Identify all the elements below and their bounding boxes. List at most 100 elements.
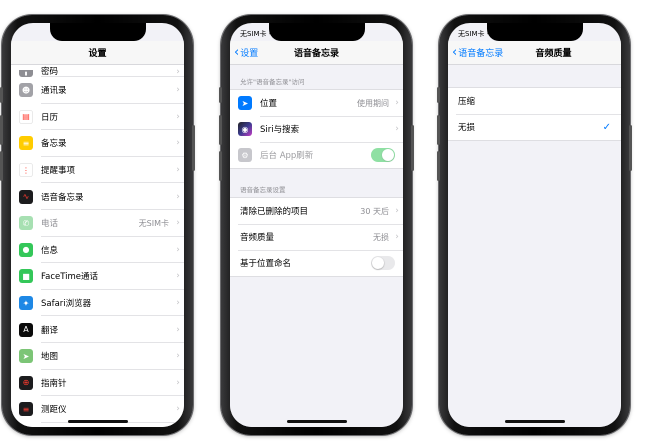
access-group: ➤ 位置 使用期间 › ◉ Siri与搜索 › ⚙ 后台 App刷新 xyxy=(230,89,403,169)
settings-row-label: 备忘录 xyxy=(41,139,67,150)
option-label: 压缩 xyxy=(458,97,476,107)
location-label: 位置 xyxy=(260,99,278,109)
settings-row[interactable]: ⊕ 指南针 › xyxy=(11,370,184,397)
option-lossless[interactable]: 无损 ✓ xyxy=(448,114,621,140)
carrier-label: 无SIM卡 xyxy=(240,30,267,38)
chevron-right-icon: › xyxy=(176,271,180,282)
volume-down-button xyxy=(437,151,440,181)
siri-search-row[interactable]: ◉ Siri与搜索 › xyxy=(230,116,403,142)
settings-row[interactable]: ∿ 语音备忘录 › xyxy=(11,183,184,210)
home-indicator[interactable] xyxy=(286,420,347,423)
page-title: 设置 xyxy=(88,49,107,59)
chevron-right-icon: › xyxy=(176,67,180,77)
phone-icon: ✆ xyxy=(19,216,33,231)
voice-memos-settings: 允许"语音备忘录"访问 ➤ 位置 使用期间 › ◉ Siri与搜索 › ⚙ 后台… xyxy=(230,65,403,427)
notes-icon: ≡ xyxy=(19,136,33,151)
maps-icon: ➤ xyxy=(19,349,33,364)
settings-row-label: 测距仪 xyxy=(41,405,67,416)
settings-row-label: 日历 xyxy=(41,112,59,123)
background-refresh-row: ⚙ 后台 App刷新 xyxy=(230,142,403,168)
settings-row-label: Safari浏览器 xyxy=(41,299,92,310)
chevron-right-icon: › xyxy=(176,324,180,335)
option-label: 无损 xyxy=(458,123,476,133)
side-button xyxy=(192,125,195,171)
location-row[interactable]: ➤ 位置 使用期间 › xyxy=(230,90,403,116)
chevron-right-icon: › xyxy=(176,218,180,229)
volume-up-button xyxy=(219,115,222,145)
location-arrow-icon: ➤ xyxy=(238,96,252,110)
chevron-right-icon: › xyxy=(176,191,180,202)
settings-row[interactable]: A 翻译 › xyxy=(11,316,184,343)
messages-icon: ● xyxy=(19,242,33,257)
screen: 无SIM卡 ◠ ‹ 设置 语音备忘录 允许"语音备忘录"访问 ➤ 位置 使用期间… xyxy=(230,23,403,427)
location-value: 使用期间 xyxy=(357,98,389,108)
navigation-bar: ‹ 设置 语音备忘录 xyxy=(230,41,403,65)
settings-row[interactable]: ✆ 电话 无SIM卡 › xyxy=(11,210,184,237)
settings-row-label: FaceTime通话 xyxy=(41,272,99,283)
background-refresh-toggle[interactable] xyxy=(371,148,395,162)
settings-row-label: 信息 xyxy=(41,245,59,256)
back-button[interactable]: ‹ 设置 xyxy=(234,46,259,60)
settings-row-label: 密码 xyxy=(41,67,59,77)
chevron-right-icon: › xyxy=(176,111,180,122)
settings-row[interactable]: ■ FaceTime通话 › xyxy=(11,263,184,290)
phone-voice-memos: 无SIM卡 ◠ ‹ 设置 语音备忘录 允许"语音备忘录"访问 ➤ 位置 使用期间… xyxy=(219,15,414,435)
chevron-right-icon: › xyxy=(176,351,180,362)
settings-row[interactable]: ● 信息 › xyxy=(11,237,184,264)
settings-row[interactable]: ≡ 备忘录 › xyxy=(11,130,184,157)
side-button xyxy=(411,125,414,171)
clear-deleted-row[interactable]: 清除已删除的项目 30 天后 › xyxy=(230,198,403,224)
settings-row-label: 指南针 xyxy=(41,378,67,389)
notch xyxy=(49,23,146,41)
settings-row-label: 语音备忘录 xyxy=(41,192,84,203)
settings-row-label: 通讯录 xyxy=(41,86,67,97)
settings-row[interactable]: ✦ Safari浏览器 › xyxy=(11,290,184,317)
chevron-right-icon: › xyxy=(395,232,399,242)
audio-quality-value: 无损 xyxy=(373,232,389,242)
phone-settings: 设置 ▮ 密码 › ☻ 通讯录 › ▤ 日历 › ≡ 备忘录 › ⋮ 提醒事项 › ∿ 语音备忘录 › ✆ 电话 无SI… xyxy=(0,15,195,435)
notch xyxy=(486,23,583,41)
clear-deleted-label: 清除已删除的项目 xyxy=(240,207,309,217)
settings-row[interactable]: ≡ 测距仪 › xyxy=(11,396,184,423)
toggle-knob xyxy=(372,257,384,269)
volume-down-button xyxy=(0,151,3,181)
home-indicator[interactable] xyxy=(67,420,128,423)
toggle-knob xyxy=(382,149,394,161)
settings-row[interactable]: ➤ 地图 › xyxy=(11,343,184,370)
chevron-right-icon: › xyxy=(176,85,180,96)
checkmark-icon: ✓ xyxy=(602,121,611,133)
option-compressed[interactable]: 压缩 xyxy=(448,88,621,114)
audio-quality-row[interactable]: 音频质量 无损 › xyxy=(230,224,403,250)
quality-options-group: 压缩 无损 ✓ xyxy=(448,87,621,141)
back-button[interactable]: ‹ 语音备忘录 xyxy=(452,44,503,60)
settings-row[interactable]: ▮ 密码 › xyxy=(11,65,184,77)
gear-icon: ⚙ xyxy=(238,148,252,162)
settings-list: ▮ 密码 › ☻ 通讯录 › ▤ 日历 › ≡ 备忘录 › ⋮ 提醒事项 › ∿ 语音备忘录 › ✆ 电话 无SIM卡 ›… xyxy=(11,65,184,427)
notch xyxy=(268,23,365,41)
home-indicator[interactable] xyxy=(504,420,565,423)
settings-row[interactable]: ▤ 日历 › xyxy=(11,104,184,131)
chevron-left-icon: ‹ xyxy=(452,44,458,60)
chevron-right-icon: › xyxy=(395,98,399,108)
volume-down-button xyxy=(219,151,222,181)
chevron-right-icon: › xyxy=(176,165,180,176)
contacts-icon: ☻ xyxy=(19,83,33,98)
location-naming-row: 基于位置命名 xyxy=(230,250,403,276)
settings-row[interactable]: ☻ 通讯录 › xyxy=(11,77,184,104)
memo-settings-group: 清除已删除的项目 30 天后 › 音频质量 无损 › 基于位置命名 xyxy=(230,197,403,277)
phone-audio-quality: 无SIM卡 ◠ ‹ 语音备忘录 音频质量 压缩 无损 ✓ xyxy=(437,15,632,435)
settings-row-label: 提醒事项 xyxy=(41,166,76,177)
settings-row-value: 无SIM卡 xyxy=(138,218,169,228)
chevron-right-icon: › xyxy=(176,138,180,149)
mute-switch xyxy=(437,87,440,103)
location-naming-label: 基于位置命名 xyxy=(240,259,292,269)
navigation-bar: 设置 xyxy=(11,41,184,65)
settings-row[interactable]: ⋮ 提醒事项 › xyxy=(11,157,184,184)
location-naming-toggle[interactable] xyxy=(371,256,395,270)
page-title: 语音备忘录 xyxy=(293,49,339,59)
reminders-icon: ⋮ xyxy=(19,163,33,178)
siri-label: Siri与搜索 xyxy=(260,125,300,135)
facetime-icon: ■ xyxy=(19,269,33,284)
voice-memos-icon: ∿ xyxy=(19,189,33,204)
back-label: 设置 xyxy=(240,49,259,59)
